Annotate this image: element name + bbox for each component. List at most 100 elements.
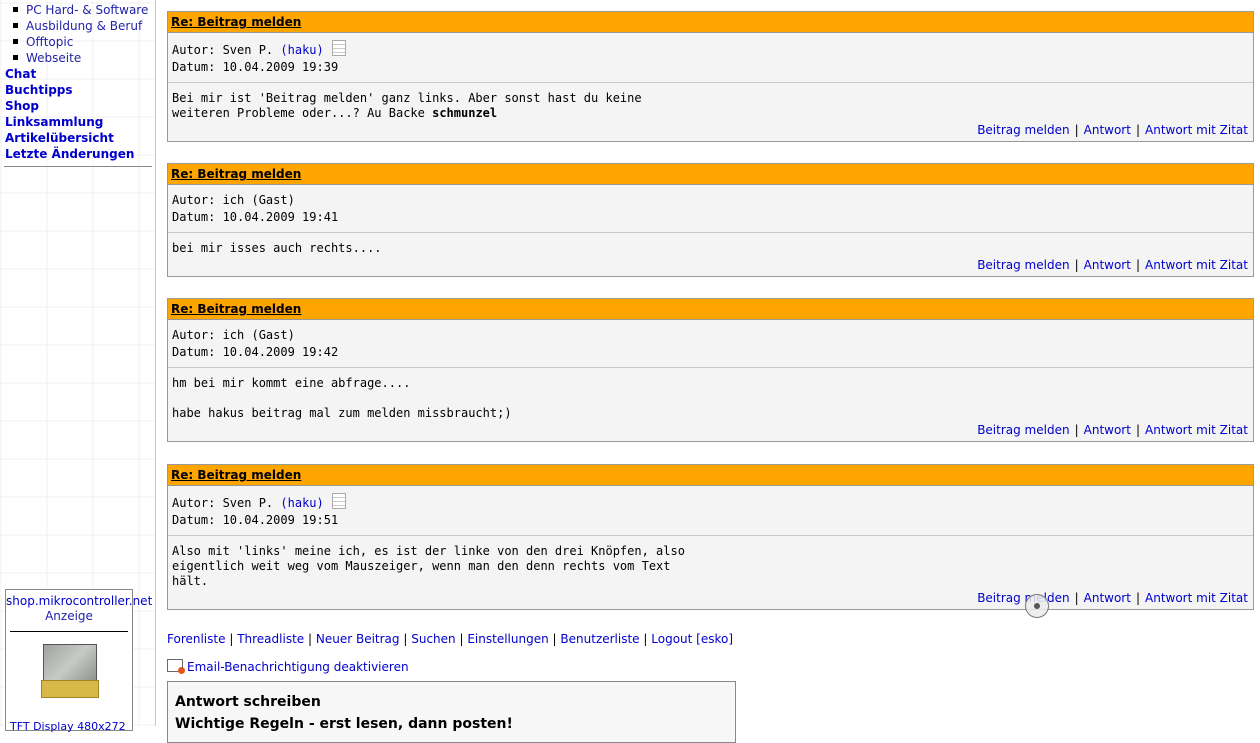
tft-display-image[interactable] — [41, 642, 99, 698]
post-body-text: weiteren Probleme oder...? Au Backe — [172, 106, 433, 120]
list-item: Chat — [5, 66, 134, 82]
separator: | — [1074, 258, 1079, 272]
display-pcb — [41, 680, 99, 698]
nav-link-offtopic[interactable]: Offtopic — [26, 35, 73, 49]
reply-link[interactable]: Antwort — [1084, 423, 1131, 437]
report-post-link[interactable]: Beitrag melden — [977, 591, 1069, 605]
separator: | — [1135, 591, 1140, 605]
reply-quote-link[interactable]: Antwort mit Zitat — [1145, 423, 1248, 437]
post-header: Re: Beitrag melden — [168, 12, 1253, 33]
document-icon[interactable] — [331, 40, 346, 56]
report-post-link[interactable]: Beitrag melden — [977, 258, 1069, 272]
author-profile-link[interactable]: (haku) — [280, 496, 323, 510]
post-body-line: habe hakus beitrag mal zum melden missbr… — [172, 406, 512, 420]
post-body: hm bei mir kommt eine abfrage.... habe ha… — [168, 368, 1253, 421]
post-actions: Beitrag melden | Antwort | Antwort mit Zitat — [168, 589, 1253, 609]
separator: | — [1135, 258, 1140, 272]
separator: | — [1074, 591, 1079, 605]
post-header: Re: Beitrag melden — [168, 465, 1253, 486]
userlist-link[interactable]: Benutzerliste — [560, 632, 639, 646]
ad-box[interactable]: shop.mikrocontroller.net Anzeige TFT Dis… — [5, 589, 152, 733]
post-body-line — [172, 391, 1249, 406]
post-body-bold: schmunzel — [432, 106, 498, 120]
search-link[interactable]: Suchen — [411, 632, 455, 646]
author-profile-link[interactable]: (haku) — [280, 43, 323, 57]
separator: | — [1135, 123, 1140, 137]
post-actions: Beitrag melden | Antwort | Antwort mit Zitat — [168, 121, 1253, 141]
reply-quote-link[interactable]: Antwort mit Zitat — [1145, 258, 1248, 272]
ad-caption[interactable]: TFT Display 480x272 — [10, 720, 126, 733]
separator: | — [459, 632, 464, 646]
document-icon[interactable] — [331, 493, 346, 509]
nav-link-letzte-aenderungen[interactable]: Letzte Änderungen — [5, 147, 134, 161]
nav-link-shop[interactable]: Shop — [5, 99, 39, 113]
post-body-line: hält. — [172, 574, 209, 588]
post-title-link[interactable]: Re: Beitrag melden — [171, 302, 301, 316]
sidebar: PC Hard- & Software Ausbildung & Beruf O… — [0, 0, 156, 733]
nav-link-chat[interactable]: Chat — [5, 67, 36, 81]
nav-link-linksammlung[interactable]: Linksammlung — [5, 115, 103, 129]
reply-link[interactable]: Antwort — [1084, 258, 1131, 272]
ad-title[interactable]: shop.mikrocontroller.net — [6, 594, 152, 609]
forum-sublist: PC Hard- & Software Ausbildung & Beruf O… — [10, 2, 148, 66]
post: Re: Beitrag melden Autor: Sven P. (haku)… — [167, 464, 1254, 610]
reply-form: Antwort schreiben Wichtige Regeln - erst… — [167, 681, 736, 743]
logout-link[interactable]: Logout [esko] — [651, 632, 733, 646]
list-item: Buchtipps — [5, 82, 134, 98]
forenliste-link[interactable]: Forenliste — [167, 632, 225, 646]
ad-label: Anzeige — [45, 609, 93, 623]
nav-link-ausbildung[interactable]: Ausbildung & Beruf — [26, 19, 142, 33]
separator: | — [403, 632, 408, 646]
reply-link[interactable]: Antwort — [1084, 591, 1131, 605]
post-author: Autor: Sven P. — [172, 43, 274, 57]
separator: | — [229, 632, 234, 646]
email-notification-link[interactable]: Email-Benachrichtigung deaktivieren — [187, 660, 409, 674]
post-date: Datum: 10.04.2009 19:42 — [172, 345, 339, 359]
mail-icon — [167, 659, 185, 674]
separator: | — [643, 632, 648, 646]
post-date: Datum: 10.04.2009 19:51 — [172, 513, 339, 527]
post-actions: Beitrag melden | Antwort | Antwort mit Zitat — [168, 421, 1253, 441]
post-body-line: Also mit 'links' meine ich, es ist der l… — [172, 544, 685, 558]
post-author: Autor: ich (Gast) — [172, 193, 295, 207]
post-title-link[interactable]: Re: Beitrag melden — [171, 15, 301, 29]
list-item: PC Hard- & Software — [10, 2, 148, 18]
post-body-line: weiteren Probleme oder...? Au Backe schm… — [172, 106, 1249, 121]
nav-link-webseite[interactable]: Webseite — [26, 51, 81, 65]
display-screen — [43, 644, 97, 684]
nav-link-artikeluebersicht[interactable]: Artikelübersicht — [5, 131, 114, 145]
post-body-line: Bei mir ist 'Beitrag melden' ganz links.… — [172, 91, 642, 105]
post-body: Also mit 'links' meine ich, es ist der l… — [168, 536, 1253, 589]
report-post-link[interactable]: Beitrag melden — [977, 123, 1069, 137]
autoscroll-cursor-icon — [1025, 594, 1049, 618]
nav-link-pc-hardware[interactable]: PC Hard- & Software — [26, 3, 148, 17]
separator: | — [1074, 123, 1079, 137]
post-body-line: hm bei mir kommt eine abfrage.... — [172, 376, 411, 390]
post-title-link[interactable]: Re: Beitrag melden — [171, 468, 301, 482]
new-post-link[interactable]: Neuer Beitrag — [316, 632, 400, 646]
bullet-icon — [13, 7, 18, 12]
post-actions: Beitrag melden | Antwort | Antwort mit Zitat — [168, 256, 1253, 276]
list-item: Offtopic — [10, 34, 148, 50]
post-meta: Autor: Sven P. (haku) Datum: 10.04.2009 … — [168, 486, 1253, 536]
post-body-line: bei mir isses auch rechts.... — [172, 241, 382, 255]
threadliste-link[interactable]: Threadliste — [237, 632, 304, 646]
rules-heading: Wichtige Regeln - erst lesen, dann poste… — [175, 716, 513, 732]
separator: | — [552, 632, 557, 646]
reply-heading: Antwort schreiben — [175, 694, 321, 710]
post-header: Re: Beitrag melden — [168, 299, 1253, 320]
reply-link[interactable]: Antwort — [1084, 123, 1131, 137]
separator: | — [1074, 423, 1079, 437]
list-item: Webseite — [10, 50, 148, 66]
settings-link[interactable]: Einstellungen — [467, 632, 548, 646]
report-post-link[interactable]: Beitrag melden — [977, 423, 1069, 437]
list-item: Letzte Änderungen — [5, 146, 134, 162]
separator: | — [307, 632, 313, 646]
reply-quote-link[interactable]: Antwort mit Zitat — [1145, 591, 1248, 605]
post-date: Datum: 10.04.2009 19:39 — [172, 60, 339, 74]
post-title-link[interactable]: Re: Beitrag melden — [171, 167, 301, 181]
bullet-icon — [13, 23, 18, 28]
nav-link-buchtipps[interactable]: Buchtipps — [5, 83, 73, 97]
bullet-icon — [13, 55, 18, 60]
reply-quote-link[interactable]: Antwort mit Zitat — [1145, 123, 1248, 137]
